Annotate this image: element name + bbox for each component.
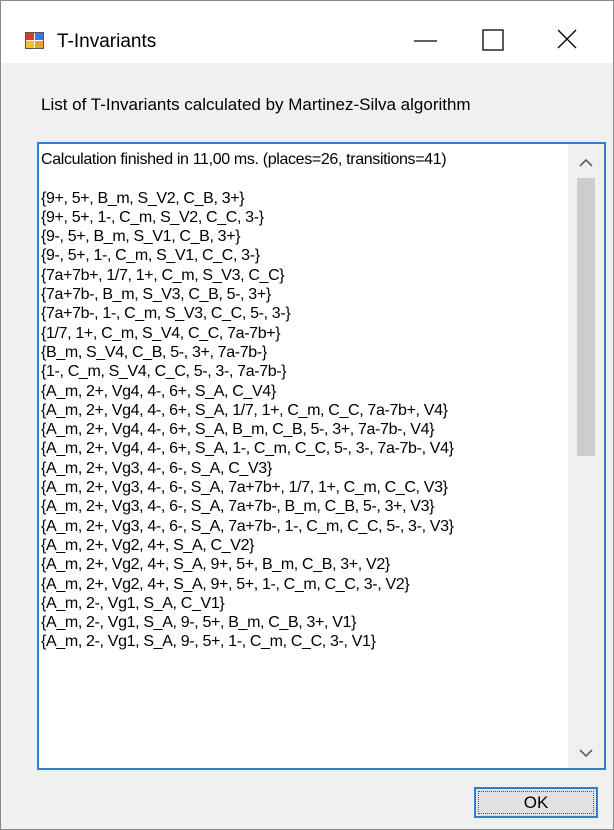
invariant-item: {A_m, 2+, Vg3, 4-, 6-, S_A, 7a+7b+, 1/7,… xyxy=(41,479,448,497)
invariant-item: {A_m, 2-, Vg1, S_A, 9-, 5+, 1-, C_m, C_C… xyxy=(41,633,376,651)
close-button[interactable] xyxy=(537,15,603,63)
dialog-heading: List of T-Invariants calculated by Marti… xyxy=(41,95,471,114)
t-invariants-listbox[interactable]: Calculation finished in 11,00 ms. (place… xyxy=(37,142,606,770)
invariant-item: {A_m, 2+, Vg2, 4+, S_A, 9+, 5+, B_m, C_B… xyxy=(41,556,390,574)
invariant-item: {A_m, 2+, Vg2, 4+, S_A, C_V2} xyxy=(41,536,255,554)
invariant-item: {A_m, 2+, Vg4, 4-, 6+, S_A, 1-, C_m, C_C… xyxy=(41,440,454,458)
invariant-item: {A_m, 2+, Vg4, 4-, 6+, S_A, C_V4} xyxy=(41,382,276,400)
invariant-item: {9+, 5+, 1-, C_m, S_V2, C_C, 3-} xyxy=(41,208,264,226)
minimize-button[interactable] xyxy=(395,15,461,63)
t-invariants-dialog: T-Invariants List of T-Invariants calcul… xyxy=(0,0,614,830)
invariant-item: {9+, 5+, B_m, S_V2, C_B, 3+} xyxy=(41,189,245,207)
ok-button[interactable]: OK xyxy=(474,787,598,818)
invariant-item: {A_m, 2+, Vg4, 4-, 6+, S_A, 1/7, 1+, C_m… xyxy=(41,401,448,419)
invariant-item: {A_m, 2+, Vg4, 4-, 6+, S_A, B_m, C_B, 5-… xyxy=(41,421,435,439)
invariant-item: {1/7, 1+, C_m, S_V4, C_C, 7a-7b+} xyxy=(41,324,281,342)
maximize-button[interactable] xyxy=(461,15,527,63)
vertical-scrollbar[interactable] xyxy=(568,144,604,768)
ok-button-label: OK xyxy=(523,793,549,812)
invariant-item: {A_m, 2+, Vg3, 4-, 6-, S_A, C_V3} xyxy=(41,459,272,477)
window-title: T-Invariants xyxy=(57,31,157,52)
scroll-up-button[interactable] xyxy=(568,148,604,178)
invariant-item: {7a+7b-, B_m, S_V3, C_B, 5-, 3+} xyxy=(41,286,271,304)
invariant-item: {B_m, S_V4, C_B, 5-, 3+, 7a-7b-} xyxy=(41,343,267,361)
scroll-thumb[interactable] xyxy=(577,178,595,456)
invariant-item: {A_m, 2-, Vg1, S_A, 9-, 5+, B_m, C_B, 3+… xyxy=(41,614,357,632)
invariant-item: {7a+7b-, 1-, C_m, S_V3, C_C, 5-, 3-} xyxy=(41,305,291,323)
invariant-item: {A_m, 2+, Vg2, 4+, S_A, 9+, 5+, 1-, C_m,… xyxy=(41,575,410,593)
results-text: Calculation finished in 11,00 ms. (place… xyxy=(41,150,561,652)
invariant-item: {1-, C_m, S_V4, C_C, 5-, 3-, 7a-7b-} xyxy=(41,363,287,381)
invariant-item: {A_m, 2-, Vg1, S_A, C_V1} xyxy=(41,594,225,612)
invariant-item: {A_m, 2+, Vg3, 4-, 6-, S_A, 7a+7b-, 1-, … xyxy=(41,517,454,535)
scroll-down-button[interactable] xyxy=(568,740,604,768)
invariant-item: {7a+7b+, 1/7, 1+, C_m, S_V3, C_C} xyxy=(41,266,285,284)
app-icon xyxy=(25,31,45,51)
calculation-summary: Calculation finished in 11,00 ms. (place… xyxy=(41,151,447,168)
invariant-item: {A_m, 2+, Vg3, 4-, 6-, S_A, 7a+7b-, B_m,… xyxy=(41,498,435,516)
title-bar[interactable]: T-Invariants xyxy=(1,1,613,63)
invariant-item: {9-, 5+, 1-, C_m, S_V1, C_C, 3-} xyxy=(41,247,260,265)
invariant-item: {9-, 5+, B_m, S_V1, C_B, 3+} xyxy=(41,228,241,246)
